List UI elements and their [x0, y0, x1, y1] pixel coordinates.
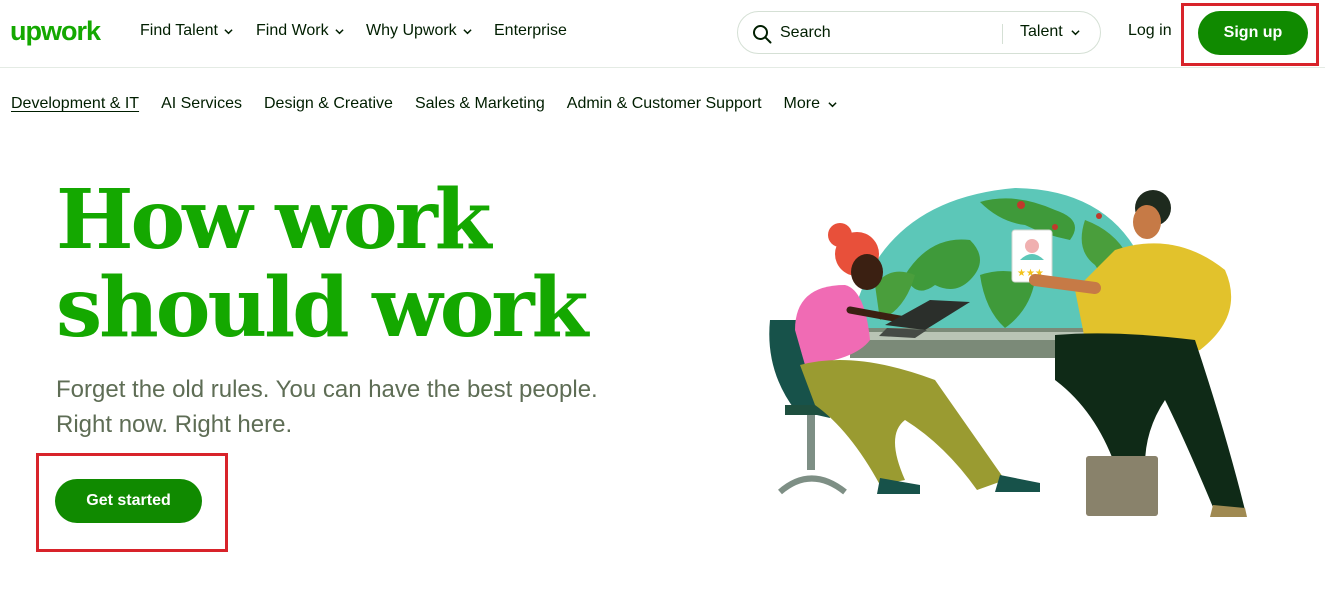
top-navigation-bar: upwork Find Talent Find Work Why Upwork … — [0, 0, 1325, 68]
search-icon[interactable] — [752, 24, 772, 44]
search-input[interactable] — [780, 22, 990, 44]
hero-title: How work should work — [56, 172, 588, 356]
chevron-down-icon — [1071, 28, 1080, 37]
search-bar: Talent — [737, 11, 1101, 54]
nav-find-work[interactable]: Find Work — [256, 22, 344, 40]
category-design-creative[interactable]: Design & Creative — [264, 94, 393, 114]
chevron-down-icon — [224, 27, 233, 36]
category-sales-marketing[interactable]: Sales & Marketing — [415, 94, 545, 114]
get-started-button[interactable]: Get started — [55, 479, 202, 523]
category-development-it[interactable]: Development & IT — [11, 94, 139, 114]
category-ai-services[interactable]: AI Services — [161, 94, 242, 114]
hero-illustration: ★★★ — [755, 180, 1255, 525]
nav-find-talent[interactable]: Find Talent — [140, 22, 233, 40]
login-link[interactable]: Log in — [1128, 22, 1172, 40]
category-more[interactable]: More — [784, 94, 837, 114]
signup-button[interactable]: Sign up — [1198, 11, 1308, 55]
nav-enterprise[interactable]: Enterprise — [494, 22, 567, 40]
search-scope-dropdown[interactable]: Talent — [1020, 23, 1080, 41]
category-navigation: Development & IT AI Services Design & Cr… — [11, 94, 837, 114]
upwork-logo[interactable]: upwork — [10, 14, 102, 48]
chevron-down-icon — [828, 100, 837, 109]
chevron-down-icon — [335, 27, 344, 36]
nav-why-upwork[interactable]: Why Upwork — [366, 22, 472, 40]
category-admin-support[interactable]: Admin & Customer Support — [567, 94, 762, 114]
hero-subtitle: Forget the old rules. You can have the b… — [56, 376, 598, 438]
chevron-down-icon — [463, 27, 472, 36]
search-divider — [1002, 24, 1003, 44]
